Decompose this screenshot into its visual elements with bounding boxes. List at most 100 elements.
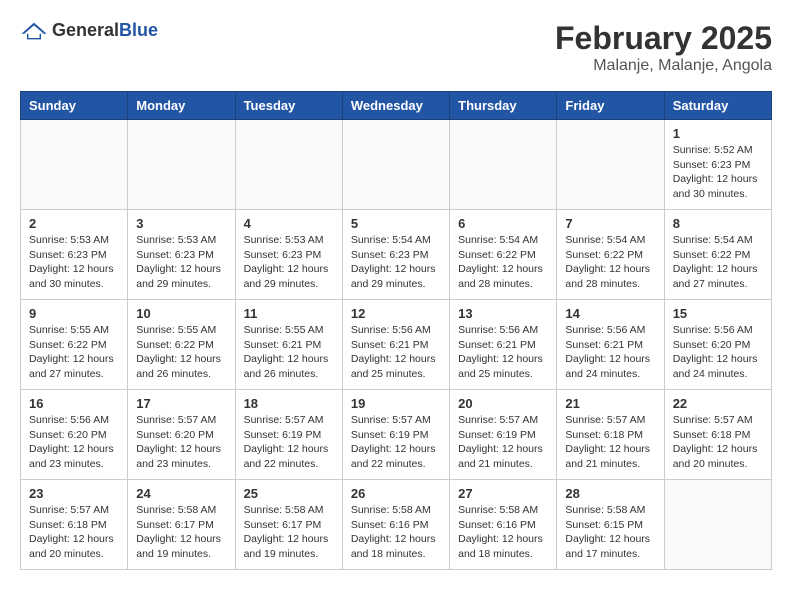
calendar-cell: 23 Sunrise: 5:57 AM Sunset: 6:18 PM Dayli… <box>21 480 128 570</box>
page-header: GeneralBlue February 2025 Malanje, Malan… <box>20 20 772 75</box>
calendar-cell: 15 Sunrise: 5:56 AM Sunset: 6:20 PM Dayli… <box>664 300 771 390</box>
day-info: Sunrise: 5:57 AM Sunset: 6:18 PM Dayligh… <box>565 413 655 472</box>
calendar-table: SundayMondayTuesdayWednesdayThursdayFrid… <box>20 91 772 570</box>
calendar-week-1: 1Sunrise: 5:52 AM Sunset: 6:23 PM Daylig… <box>21 120 772 210</box>
day-info: Sunrise: 5:58 AM Sunset: 6:17 PM Dayligh… <box>136 503 226 562</box>
title-section: February 2025 Malanje, Malanje, Angola <box>555 20 772 75</box>
calendar-cell <box>235 120 342 210</box>
day-info: Sunrise: 5:58 AM Sunset: 6:15 PM Dayligh… <box>565 503 655 562</box>
day-info: Sunrise: 5:53 AM Sunset: 6:23 PM Dayligh… <box>136 233 226 292</box>
day-number: 15 <box>673 306 763 321</box>
calendar-cell <box>342 120 449 210</box>
calendar-cell: 28 Sunrise: 5:58 AM Sunset: 6:15 PM Dayli… <box>557 480 664 570</box>
day-info: Sunrise: 5:52 AM Sunset: 6:23 PM Dayligh… <box>673 143 763 202</box>
calendar-cell: 6 Sunrise: 5:54 AM Sunset: 6:22 PM Daylig… <box>450 210 557 300</box>
logo-text: GeneralBlue <box>52 20 158 41</box>
day-info: Sunrise: 5:54 AM Sunset: 6:22 PM Dayligh… <box>673 233 763 292</box>
calendar-cell <box>21 120 128 210</box>
day-info: Sunrise: 5:56 AM Sunset: 6:21 PM Dayligh… <box>351 323 441 382</box>
calendar-header-sunday: Sunday <box>21 92 128 120</box>
calendar-cell: 10 Sunrise: 5:55 AM Sunset: 6:22 PM Dayli… <box>128 300 235 390</box>
day-info: Sunrise: 5:57 AM Sunset: 6:18 PM Dayligh… <box>29 503 119 562</box>
day-info: Sunrise: 5:58 AM Sunset: 6:17 PM Dayligh… <box>244 503 334 562</box>
day-number: 7 <box>565 216 655 231</box>
day-info: Sunrise: 5:56 AM Sunset: 6:20 PM Dayligh… <box>29 413 119 472</box>
day-number: 3 <box>136 216 226 231</box>
day-number: 6 <box>458 216 548 231</box>
day-info: Sunrise: 5:56 AM Sunset: 6:20 PM Dayligh… <box>673 323 763 382</box>
day-number: 14 <box>565 306 655 321</box>
logo-general: General <box>52 20 119 40</box>
day-info: Sunrise: 5:54 AM Sunset: 6:22 PM Dayligh… <box>458 233 548 292</box>
calendar-cell: 21 Sunrise: 5:57 AM Sunset: 6:18 PM Dayli… <box>557 390 664 480</box>
calendar-header-monday: Monday <box>128 92 235 120</box>
day-number: 13 <box>458 306 548 321</box>
day-number: 16 <box>29 396 119 411</box>
calendar-cell: 14 Sunrise: 5:56 AM Sunset: 6:21 PM Dayli… <box>557 300 664 390</box>
calendar-cell: 25 Sunrise: 5:58 AM Sunset: 6:17 PM Dayli… <box>235 480 342 570</box>
calendar-header-row: SundayMondayTuesdayWednesdayThursdayFrid… <box>21 92 772 120</box>
calendar-cell <box>450 120 557 210</box>
day-number: 17 <box>136 396 226 411</box>
day-info: Sunrise: 5:56 AM Sunset: 6:21 PM Dayligh… <box>458 323 548 382</box>
day-number: 11 <box>244 306 334 321</box>
calendar-cell: 11 Sunrise: 5:55 AM Sunset: 6:21 PM Dayli… <box>235 300 342 390</box>
day-info: Sunrise: 5:55 AM Sunset: 6:22 PM Dayligh… <box>29 323 119 382</box>
page-subtitle: Malanje, Malanje, Angola <box>555 57 772 75</box>
calendar-cell: 17 Sunrise: 5:57 AM Sunset: 6:20 PM Dayli… <box>128 390 235 480</box>
calendar-cell: 20Sunrise: 5:57 AM Sunset: 6:19 PM Dayli… <box>450 390 557 480</box>
calendar-cell: 22 Sunrise: 5:57 AM Sunset: 6:18 PM Dayli… <box>664 390 771 480</box>
day-number: 2 <box>29 216 119 231</box>
day-number: 5 <box>351 216 441 231</box>
logo-blue: Blue <box>119 20 158 40</box>
calendar-header-wednesday: Wednesday <box>342 92 449 120</box>
day-info: Sunrise: 5:53 AM Sunset: 6:23 PM Dayligh… <box>29 233 119 292</box>
calendar-cell: 12Sunrise: 5:56 AM Sunset: 6:21 PM Dayli… <box>342 300 449 390</box>
day-number: 23 <box>29 486 119 501</box>
calendar-cell: 8Sunrise: 5:54 AM Sunset: 6:22 PM Daylig… <box>664 210 771 300</box>
calendar-cell: 5 Sunrise: 5:54 AM Sunset: 6:23 PM Daylig… <box>342 210 449 300</box>
day-info: Sunrise: 5:54 AM Sunset: 6:22 PM Dayligh… <box>565 233 655 292</box>
day-number: 25 <box>244 486 334 501</box>
day-info: Sunrise: 5:57 AM Sunset: 6:20 PM Dayligh… <box>136 413 226 472</box>
day-number: 27 <box>458 486 548 501</box>
calendar-cell: 24 Sunrise: 5:58 AM Sunset: 6:17 PM Dayli… <box>128 480 235 570</box>
day-number: 24 <box>136 486 226 501</box>
calendar-cell: 1Sunrise: 5:52 AM Sunset: 6:23 PM Daylig… <box>664 120 771 210</box>
day-info: Sunrise: 5:53 AM Sunset: 6:23 PM Dayligh… <box>244 233 334 292</box>
logo-icon <box>20 21 48 41</box>
calendar-header-thursday: Thursday <box>450 92 557 120</box>
calendar-header-saturday: Saturday <box>664 92 771 120</box>
day-number: 18 <box>244 396 334 411</box>
calendar-cell: 3 Sunrise: 5:53 AM Sunset: 6:23 PM Daylig… <box>128 210 235 300</box>
calendar-cell: 27 Sunrise: 5:58 AM Sunset: 6:16 PM Dayli… <box>450 480 557 570</box>
day-info: Sunrise: 5:57 AM Sunset: 6:19 PM Dayligh… <box>458 413 548 472</box>
day-info: Sunrise: 5:57 AM Sunset: 6:19 PM Dayligh… <box>351 413 441 472</box>
day-info: Sunrise: 5:55 AM Sunset: 6:22 PM Dayligh… <box>136 323 226 382</box>
calendar-cell <box>664 480 771 570</box>
day-info: Sunrise: 5:54 AM Sunset: 6:23 PM Dayligh… <box>351 233 441 292</box>
calendar-cell: 9 Sunrise: 5:55 AM Sunset: 6:22 PM Daylig… <box>21 300 128 390</box>
calendar-week-2: 2 Sunrise: 5:53 AM Sunset: 6:23 PM Daylig… <box>21 210 772 300</box>
calendar-cell: 18Sunrise: 5:57 AM Sunset: 6:19 PM Dayli… <box>235 390 342 480</box>
day-info: Sunrise: 5:56 AM Sunset: 6:21 PM Dayligh… <box>565 323 655 382</box>
calendar-cell: 7 Sunrise: 5:54 AM Sunset: 6:22 PM Daylig… <box>557 210 664 300</box>
day-number: 21 <box>565 396 655 411</box>
day-number: 9 <box>29 306 119 321</box>
day-info: Sunrise: 5:55 AM Sunset: 6:21 PM Dayligh… <box>244 323 334 382</box>
day-number: 28 <box>565 486 655 501</box>
calendar-cell: 19 Sunrise: 5:57 AM Sunset: 6:19 PM Dayli… <box>342 390 449 480</box>
logo: GeneralBlue <box>20 20 158 41</box>
calendar-cell: 26Sunrise: 5:58 AM Sunset: 6:16 PM Dayli… <box>342 480 449 570</box>
page-title: February 2025 <box>555 20 772 57</box>
day-number: 22 <box>673 396 763 411</box>
calendar-cell: 16 Sunrise: 5:56 AM Sunset: 6:20 PM Dayli… <box>21 390 128 480</box>
day-info: Sunrise: 5:58 AM Sunset: 6:16 PM Dayligh… <box>351 503 441 562</box>
calendar-cell: 4Sunrise: 5:53 AM Sunset: 6:23 PM Daylig… <box>235 210 342 300</box>
calendar-week-4: 16 Sunrise: 5:56 AM Sunset: 6:20 PM Dayli… <box>21 390 772 480</box>
day-info: Sunrise: 5:57 AM Sunset: 6:18 PM Dayligh… <box>673 413 763 472</box>
calendar-week-5: 23 Sunrise: 5:57 AM Sunset: 6:18 PM Dayli… <box>21 480 772 570</box>
day-number: 10 <box>136 306 226 321</box>
day-number: 19 <box>351 396 441 411</box>
day-info: Sunrise: 5:58 AM Sunset: 6:16 PM Dayligh… <box>458 503 548 562</box>
